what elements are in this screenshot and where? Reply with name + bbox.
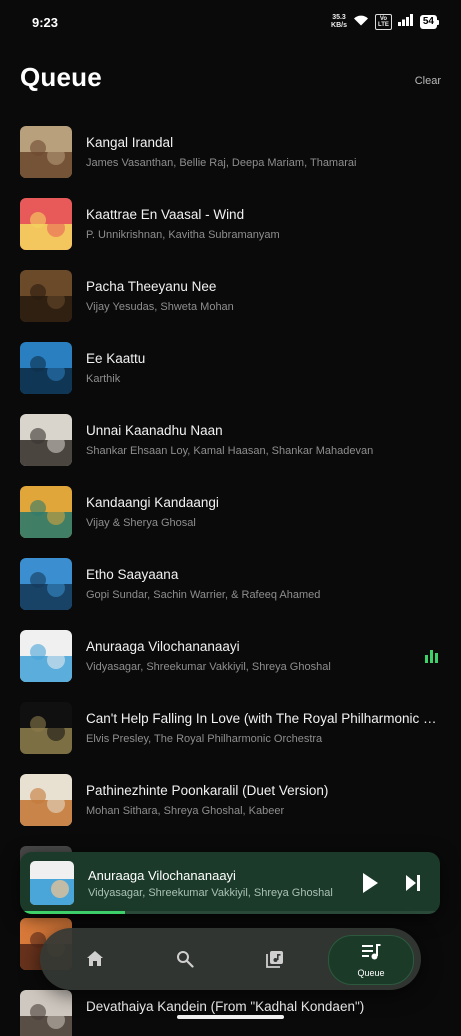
track-title: Unnai Kaanadhu Naan [86,423,223,438]
album-art [20,342,72,394]
mini-player-title: Anuraaga Vilochananaayi [88,868,236,883]
track-title: Kandaangi Kandaangi [86,495,219,510]
track-title: Pacha Theeyanu Nee [86,279,217,294]
album-art [20,702,72,754]
battery-icon: 54 [419,15,439,29]
album-art [20,990,72,1036]
album-art [20,126,72,178]
track-title: Etho Saayaana [86,567,179,582]
nav-queue-label: Queue [357,968,385,978]
track-artist: Vijay & Sherya Ghosal [86,517,196,529]
search-icon [177,951,194,968]
bottom-nav: Queue [40,928,421,990]
mini-player-artist: Vidyasagar, Shreekumar Vakkiyil, Shreya … [88,887,333,899]
mini-player-album-art [30,861,74,905]
queue-item[interactable]: Ee Kaattu Karthik [0,332,461,404]
queue-item[interactable]: Kaattrae En Vaasal - Wind P. Unnikrishnan… [0,188,461,260]
track-title: Devathaiya Kandein (From "Kadhal Kondaen… [86,999,365,1014]
playback-progress-fill [20,911,125,914]
home-icon [87,951,103,966]
library-icon [266,951,283,968]
play-button[interactable] [360,872,380,899]
clear-button[interactable]: Clear [415,75,441,87]
track-artist: James Vasanthan, Bellie Raj, Deepa Maria… [86,157,357,169]
volte-badge: Vo LTE [374,14,392,30]
queue-item[interactable]: Pathinezhinte Poonkaralil (Duet Version)… [0,764,461,836]
network-speed: 35.3 KB/s [331,14,347,30]
queue-icon [362,944,381,960]
track-artist: Vijay Yesudas, Shweta Mohan [86,301,234,313]
track-title: Pathinezhinte Poonkaralil (Duet Version) [86,783,329,798]
nav-home[interactable] [60,928,130,990]
status-icons: 35.3 KB/s Vo LTE 54 [331,13,439,31]
skip-next-icon [406,875,420,891]
battery-level: 54 [419,15,437,29]
track-title: Kaattrae En Vaasal - Wind [86,207,245,222]
next-button[interactable] [404,874,422,897]
home-indicator[interactable] [177,1015,284,1019]
track-title: Kangal Irandal [86,135,174,150]
track-artist: Mohan Sithara, Shreya Ghoshal, Kabeer [86,805,285,817]
now-playing-equalizer-icon [425,649,439,668]
queue-item[interactable]: Pacha Theeyanu Nee Vijay Yesudas, Shweta … [0,260,461,332]
album-art [20,774,72,826]
track-artist: Elvis Presley, The Royal Philharmonic Or… [86,733,323,745]
signal-icon [397,13,414,31]
track-title: Anuraaga Vilochananaayi [86,639,240,654]
track-artist: Gopi Sundar, Sachin Warrier, & Rafeeq Ah… [86,589,321,601]
track-title: Can't Help Falling In Love (with The Roy… [86,711,442,726]
track-artist: Karthik [86,373,121,385]
status-time: 9:23 [32,15,59,30]
nav-queue[interactable]: Queue [328,935,414,985]
album-art [20,270,72,322]
album-art [20,558,72,610]
queue-item[interactable]: Etho Saayaana Gopi Sundar, Sachin Warrier… [0,548,461,620]
track-title: Ee Kaattu [86,351,146,366]
play-icon [363,873,378,893]
album-art [20,198,72,250]
album-art [20,414,72,466]
album-art [20,630,72,682]
network-speed-value: 35.3 [332,14,346,21]
status-bar: 9:23 35.3 KB/s Vo LTE 54 [0,0,461,44]
queue-item[interactable]: Anuraaga Vilochananaayi Vidyasagar, Shree… [0,620,461,692]
queue-item[interactable]: Can't Help Falling In Love (with The Roy… [0,692,461,764]
queue-item[interactable]: Unnai Kaanadhu Naan Shankar Ehsaan Loy, K… [0,404,461,476]
page-title: Queue [20,62,102,92]
mini-player[interactable]: Anuraaga Vilochananaayi Vidyasagar, Shre… [20,852,440,914]
nav-search[interactable] [150,928,220,990]
volte-bottom: LTE [377,22,389,28]
network-speed-unit: KB/s [331,22,347,29]
track-artist: Vidyasagar, Shreekumar Vakkiyil, Shreya … [86,661,331,673]
queue-item[interactable]: Kangal Irandal James Vasanthan, Bellie Ra… [0,116,461,188]
queue-item[interactable]: Kandaangi Kandaangi Vijay & Sherya Ghosal [0,476,461,548]
wifi-icon [353,13,369,31]
track-artist: Shankar Ehsaan Loy, Kamal Haasan, Shanka… [86,445,374,457]
nav-library[interactable] [240,928,310,990]
track-artist: P. Unnikrishnan, Kavitha Subramanyam [86,229,280,241]
album-art [20,486,72,538]
